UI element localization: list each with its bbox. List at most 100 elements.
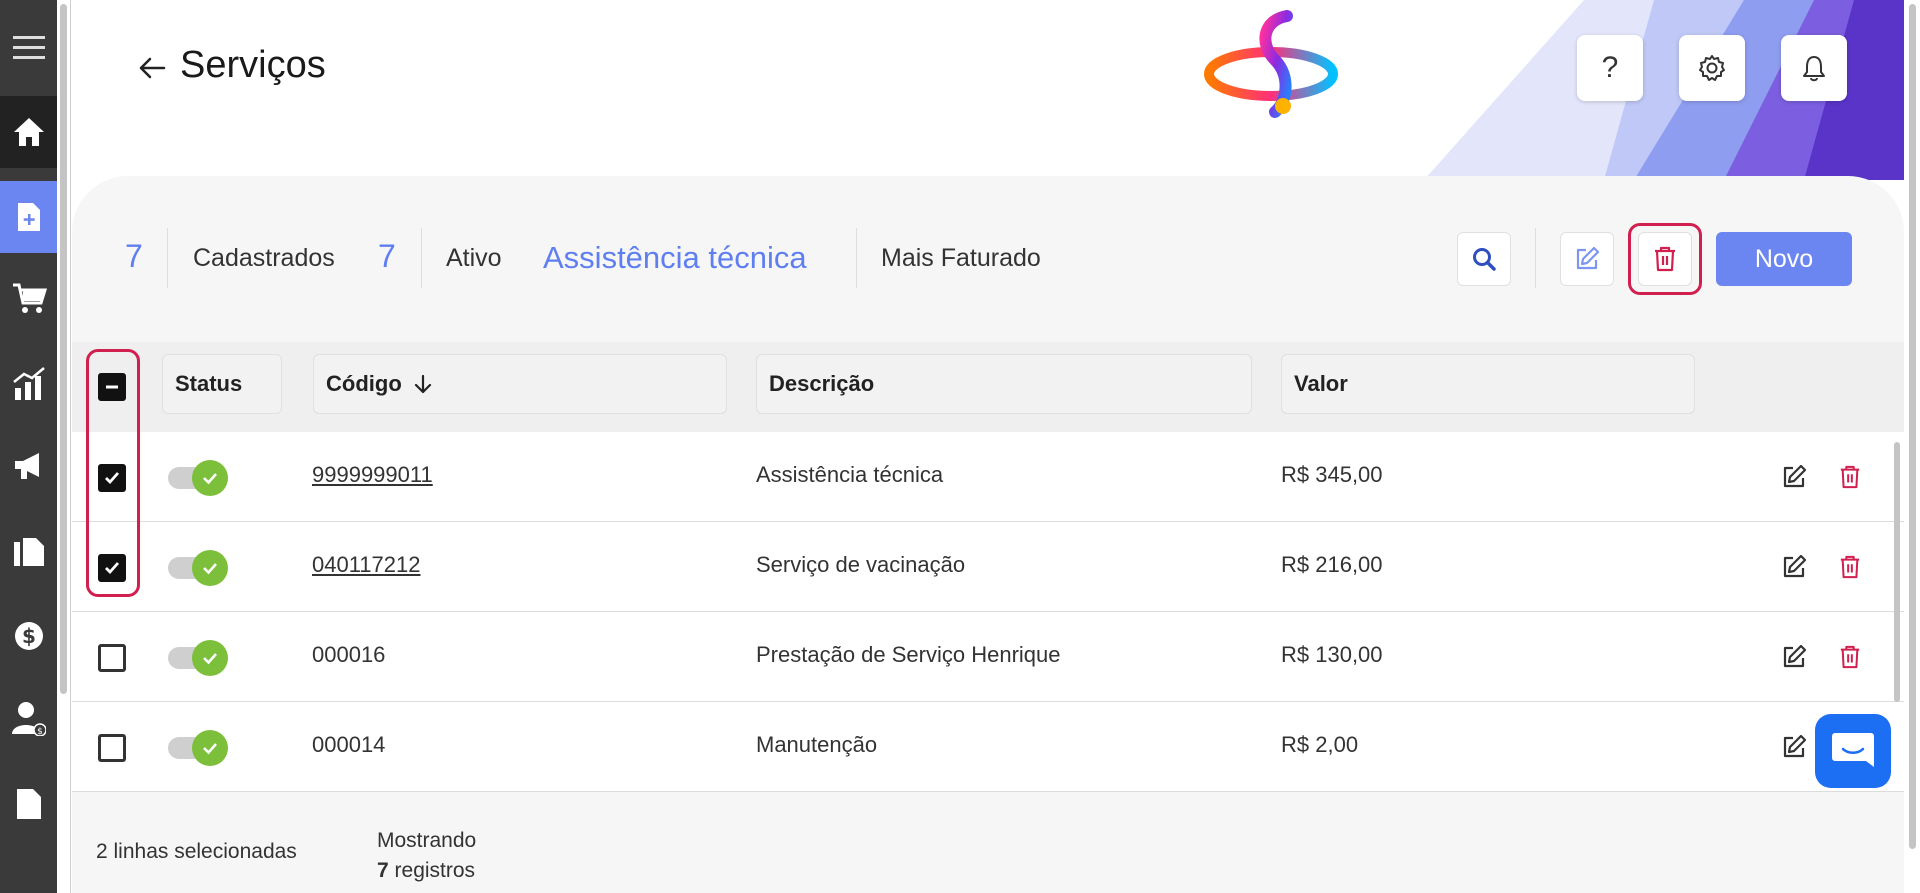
new-button[interactable]: Novo bbox=[1716, 232, 1852, 286]
selected-rows-count: 2 linhas selecionadas bbox=[96, 840, 297, 863]
help-icon: ? bbox=[1601, 51, 1619, 84]
status-toggle[interactable] bbox=[168, 640, 230, 676]
edit-icon bbox=[1783, 554, 1807, 578]
chat-button[interactable] bbox=[1815, 714, 1891, 788]
trash-icon bbox=[1840, 645, 1860, 669]
row-edit-button[interactable] bbox=[1776, 549, 1812, 585]
status-toggle[interactable] bbox=[168, 460, 230, 496]
row-edit-button[interactable] bbox=[1776, 639, 1812, 675]
row-code-link[interactable]: 9999999011 bbox=[312, 462, 433, 488]
home-icon bbox=[13, 118, 44, 146]
top-service-name: Assistência técnica bbox=[543, 240, 807, 275]
chat-icon bbox=[1832, 733, 1874, 767]
notifications-button[interactable] bbox=[1781, 35, 1847, 101]
status-toggle-knob bbox=[192, 550, 228, 586]
search-button[interactable] bbox=[1457, 232, 1511, 286]
row-delete-button[interactable] bbox=[1832, 459, 1868, 495]
divider bbox=[167, 228, 168, 288]
menu-icon bbox=[12, 36, 45, 59]
row-value: R$ 345,00 bbox=[1281, 462, 1383, 487]
edit-selected-button[interactable] bbox=[1560, 232, 1614, 286]
status-toggle[interactable] bbox=[168, 730, 230, 766]
sidebar-scrollbar-thumb[interactable] bbox=[60, 4, 67, 694]
table-row[interactable]: 9999999011 Assistência técnica R$ 345,00 bbox=[72, 432, 1904, 522]
document-add-icon bbox=[17, 203, 40, 231]
row-checkbox[interactable] bbox=[98, 644, 126, 672]
row-description: Assistência técnica bbox=[756, 462, 944, 487]
sidebar-item-files[interactable] bbox=[0, 768, 57, 840]
divider bbox=[856, 228, 857, 288]
row-description: Prestação de Serviço Henrique bbox=[756, 642, 1061, 667]
settings-button[interactable] bbox=[1679, 35, 1745, 101]
page-scrollbar-thumb[interactable] bbox=[1909, 4, 1916, 849]
row-description: Manutenção bbox=[756, 732, 878, 757]
row-delete-button[interactable] bbox=[1832, 549, 1868, 585]
column-valor[interactable]: Valor bbox=[1281, 354, 1695, 414]
sort-down-icon bbox=[414, 374, 431, 394]
gear-icon bbox=[1699, 55, 1725, 81]
row-value: R$ 216,00 bbox=[1281, 552, 1383, 577]
column-codigo[interactable]: Código bbox=[313, 354, 727, 414]
status-toggle-knob bbox=[192, 730, 228, 766]
check-icon bbox=[203, 743, 217, 755]
records-label: Mostrando bbox=[377, 829, 477, 852]
help-button[interactable]: ? bbox=[1577, 35, 1643, 101]
app-logo bbox=[1204, 10, 1338, 118]
chart-icon bbox=[12, 367, 45, 400]
records-info: Mostrando 7 registros bbox=[377, 826, 476, 886]
sidebar: $ $ bbox=[0, 0, 57, 893]
row-checkbox[interactable] bbox=[98, 734, 126, 762]
svg-text:$: $ bbox=[37, 727, 43, 736]
delete-button-highlight bbox=[1628, 223, 1702, 295]
dollar-icon: $ bbox=[14, 622, 43, 650]
bell-icon bbox=[1803, 56, 1825, 82]
sidebar-item-marketing[interactable] bbox=[0, 430, 57, 502]
table-scrollbar[interactable] bbox=[1892, 432, 1902, 852]
status-toggle-knob bbox=[192, 640, 228, 676]
edit-icon bbox=[1783, 644, 1807, 668]
active-label: Ativo bbox=[446, 244, 502, 272]
records-count-line: 7 registros bbox=[377, 856, 476, 886]
row-delete-button[interactable] bbox=[1832, 639, 1868, 675]
column-status[interactable]: Status bbox=[162, 354, 282, 414]
row-edit-button[interactable] bbox=[1776, 729, 1812, 765]
table-row[interactable]: 000016 Prestação de Serviço Henrique R$ … bbox=[72, 612, 1904, 702]
row-description: Serviço de vacinação bbox=[756, 552, 966, 577]
records-suffix: registros bbox=[394, 859, 476, 882]
sidebar-item-services[interactable] bbox=[0, 181, 57, 253]
active-count: 7 bbox=[378, 238, 396, 274]
content-panel: 7 Cadastrados 7 Ativo Assistência técnic… bbox=[72, 176, 1904, 893]
sidebar-scrollbar[interactable] bbox=[57, 0, 71, 893]
table-header: Status Código Descrição Valor bbox=[72, 342, 1904, 432]
sidebar-item-finance[interactable]: $ bbox=[0, 600, 57, 672]
row-value: R$ 130,00 bbox=[1281, 642, 1383, 667]
page-title: Serviços bbox=[180, 44, 326, 86]
sidebar-item-customers[interactable]: $ bbox=[0, 682, 57, 754]
page-scrollbar[interactable] bbox=[1904, 0, 1920, 893]
top-service-label: Mais Faturado bbox=[881, 244, 1041, 272]
records-count: 7 bbox=[377, 859, 389, 882]
registered-count: 7 bbox=[125, 238, 143, 274]
edit-icon bbox=[1783, 734, 1807, 758]
sidebar-item-reports[interactable] bbox=[0, 348, 57, 420]
edit-icon bbox=[1576, 246, 1600, 270]
table-row[interactable]: 040117212 Serviço de vacinação R$ 216,00 bbox=[72, 522, 1904, 612]
trash-icon bbox=[1840, 555, 1860, 579]
check-icon bbox=[203, 563, 217, 575]
row-edit-button[interactable] bbox=[1776, 459, 1812, 495]
sidebar-menu-button[interactable] bbox=[0, 12, 57, 84]
table-row[interactable]: 000014 Manutenção R$ 2,00 bbox=[72, 702, 1904, 792]
user-money-icon: $ bbox=[11, 702, 46, 736]
table-scrollbar-thumb[interactable] bbox=[1894, 442, 1900, 702]
sidebar-item-documents[interactable] bbox=[0, 516, 57, 588]
back-button[interactable] bbox=[134, 50, 170, 86]
row-code-link[interactable]: 040117212 bbox=[312, 552, 421, 578]
sidebar-item-sales[interactable] bbox=[0, 262, 57, 334]
sidebar-item-home[interactable] bbox=[0, 96, 57, 168]
search-icon bbox=[1473, 248, 1496, 271]
selected-rows-highlight bbox=[86, 349, 140, 597]
trash-icon bbox=[1840, 465, 1860, 489]
status-toggle[interactable] bbox=[168, 550, 230, 586]
column-descricao[interactable]: Descrição bbox=[756, 354, 1252, 414]
check-icon bbox=[203, 653, 217, 665]
